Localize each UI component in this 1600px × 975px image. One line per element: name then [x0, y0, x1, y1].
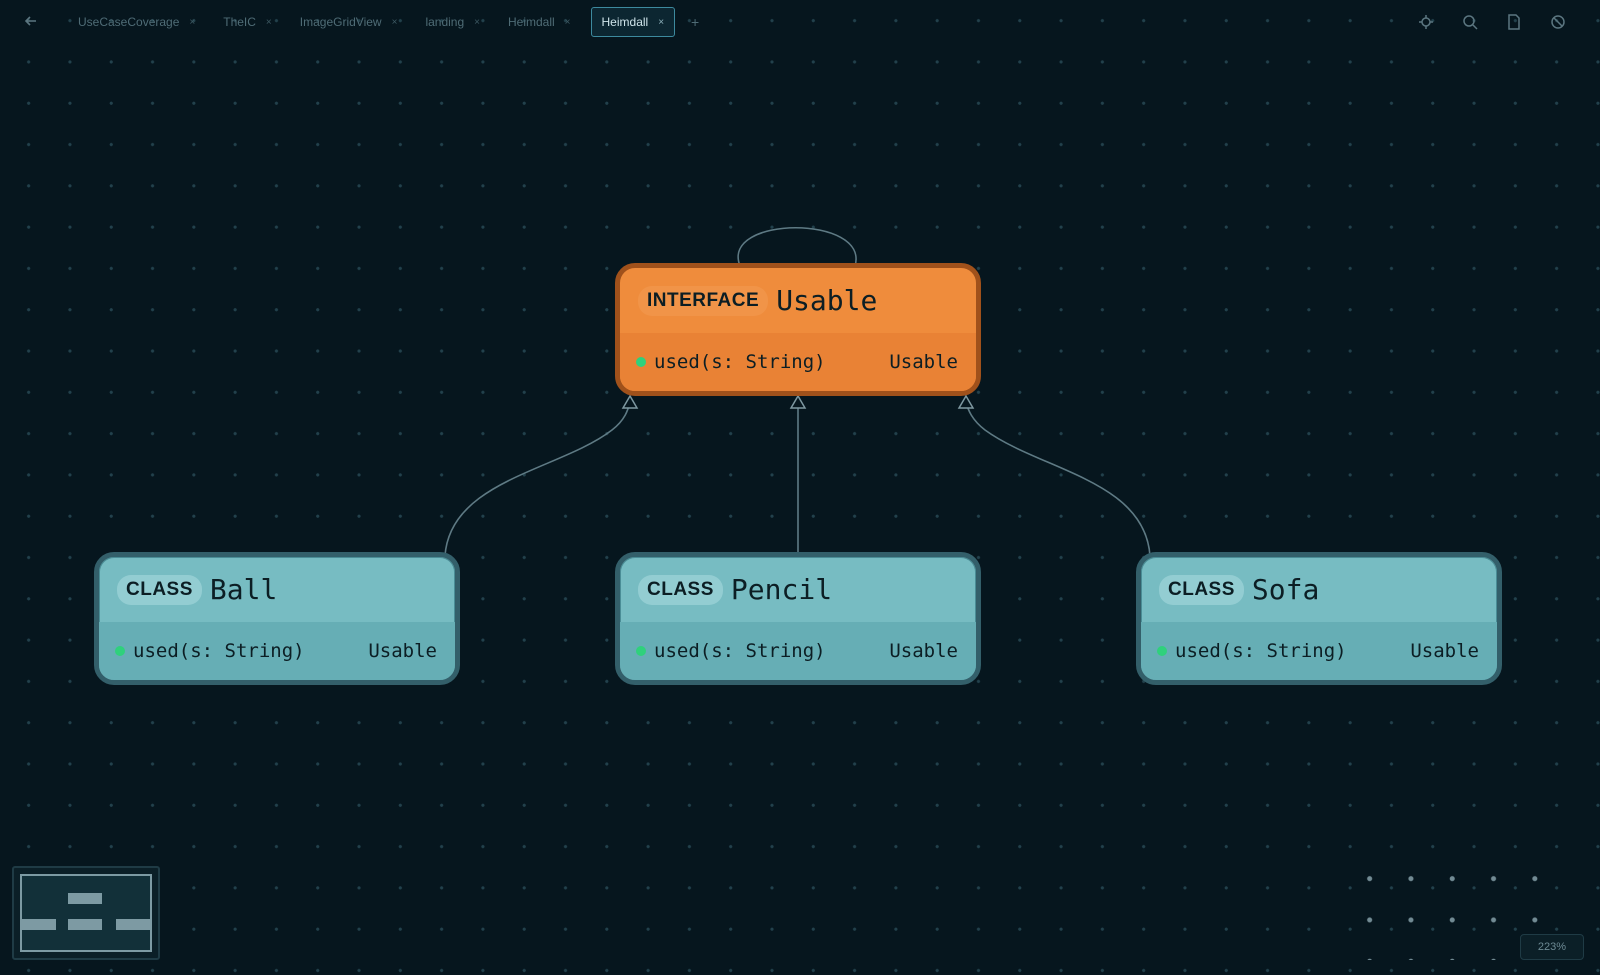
- node-title: Ball: [209, 573, 278, 606]
- node-kind-badge: CLASS: [117, 574, 202, 605]
- node-header: CLASS Sofa: [1141, 557, 1497, 622]
- minimap-viewport[interactable]: [20, 874, 152, 952]
- method-status-dot: [115, 646, 125, 656]
- node-header: INTERFACE Usable: [620, 268, 976, 333]
- self-reference-edge[interactable]: [737, 227, 857, 267]
- node-class-ball[interactable]: CLASS Ball used(s: String) Usable: [94, 552, 460, 685]
- method-status-dot: [636, 646, 646, 656]
- inheritance-arrow-icon: [621, 394, 639, 409]
- method-signature: used(s: String): [654, 640, 826, 662]
- method-row[interactable]: used(s: String) Usable: [1141, 622, 1497, 680]
- inheritance-arrow-icon: [957, 394, 975, 409]
- edge-sofa-usable[interactable]: [965, 401, 1151, 557]
- node-title: Usable: [776, 284, 878, 317]
- node-title: Pencil: [730, 573, 833, 606]
- diagram-canvas[interactable]: UseCaseCoverage × TheIC × ImageGridView …: [0, 0, 1600, 975]
- method-signature: used(s: String): [654, 351, 826, 373]
- method-signature: used(s: String): [1175, 640, 1347, 662]
- node-title: Sofa: [1251, 573, 1320, 606]
- method-owner: Usable: [368, 640, 437, 662]
- method-status-dot: [1157, 646, 1167, 656]
- zoom-level[interactable]: 223%: [1520, 934, 1584, 960]
- minimap-node: [22, 919, 56, 930]
- minimap-node: [116, 919, 150, 930]
- edge-layer: [444, 227, 1151, 557]
- method-row[interactable]: used(s: String) Usable: [620, 333, 976, 391]
- minimap[interactable]: [12, 866, 160, 960]
- method-status-dot: [636, 357, 646, 367]
- node-class-sofa[interactable]: CLASS Sofa used(s: String) Usable: [1136, 552, 1502, 685]
- node-class-pencil[interactable]: CLASS Pencil used(s: String) Usable: [615, 552, 981, 685]
- method-owner: Usable: [889, 351, 958, 373]
- minimap-node: [68, 893, 102, 904]
- node-interface-usable[interactable]: INTERFACE Usable used(s: String) Usable: [615, 263, 981, 396]
- minimap-node: [68, 919, 102, 930]
- node-kind-badge: INTERFACE: [638, 285, 769, 316]
- node-header: CLASS Pencil: [620, 557, 976, 622]
- method-owner: Usable: [1410, 640, 1479, 662]
- method-row[interactable]: used(s: String) Usable: [620, 622, 976, 680]
- node-header: CLASS Ball: [99, 557, 455, 622]
- method-owner: Usable: [889, 640, 958, 662]
- inheritance-arrow-icon: [789, 394, 807, 409]
- method-row[interactable]: used(s: String) Usable: [99, 622, 455, 680]
- node-kind-badge: CLASS: [638, 574, 723, 605]
- edge-ball-usable[interactable]: [444, 401, 631, 557]
- node-kind-badge: CLASS: [1159, 574, 1244, 605]
- method-signature: used(s: String): [133, 640, 305, 662]
